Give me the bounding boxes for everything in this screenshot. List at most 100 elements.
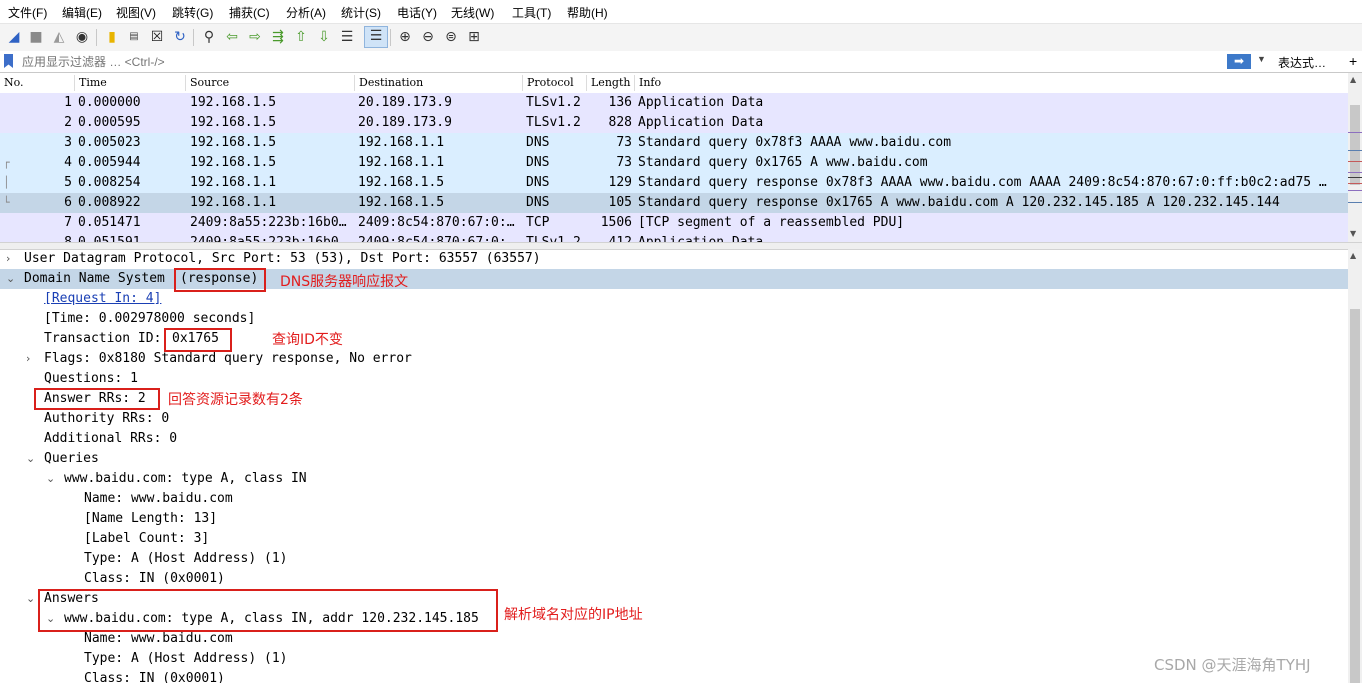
shark-fin-icon[interactable]: ◢ [5,28,23,46]
tree-field-questions[interactable]: Questions: 1 [0,369,1348,389]
menu-tools[interactable]: 工具(T) [512,4,551,21]
request-in-link[interactable]: [Request In: 4] [44,289,161,309]
annotation-txid: 查询ID不变 [272,332,343,348]
last-packet-icon[interactable]: ⇩ [315,28,333,46]
packet-protocol: DNS [526,195,550,210]
autoscroll-icon[interactable]: ☰ [338,28,356,46]
tree-field-time[interactable]: [Time: 0.002978000 seconds] [0,309,1348,329]
save-file-icon[interactable]: ▤ [125,28,143,46]
chevron-down-icon[interactable]: ⌄ [46,469,55,489]
menu-analyze[interactable]: 分析(A) [286,4,326,21]
chevron-right-icon[interactable]: › [6,249,10,269]
add-filter-button[interactable]: + [1349,53,1357,69]
zoom-reset-icon[interactable]: ⊜ [442,28,460,46]
col-no[interactable]: No. [0,75,24,91]
first-packet-icon[interactable]: ⇧ [292,28,310,46]
col-protocol[interactable]: Protocol [522,75,574,91]
tree-field-request-in[interactable]: [Request In: 4] [0,289,1348,309]
menu-edit[interactable]: 编辑(E) [62,4,102,21]
tree-field-additional-rrs[interactable]: Additional RRs: 0 [0,429,1348,449]
scroll-down-icon[interactable]: ▼ [1350,229,1356,238]
packet-row[interactable]: 3 0.005023 192.168.1.5 192.168.1.1 DNS 7… [0,133,1348,153]
go-to-packet-icon[interactable]: ⇶ [269,28,287,46]
col-info[interactable]: Info [634,75,661,91]
packet-row[interactable]: 8 0.051591 2409:8a55:223b:16b0… 2409:8c5… [0,233,1348,242]
close-file-icon[interactable]: ☒ [148,28,166,46]
restart-icon[interactable]: ◭ [50,28,68,46]
tree-field-label-count[interactable]: [Label Count: 3] [0,529,1348,549]
packet-row[interactable]: ┌ 4 0.005944 192.168.1.5 192.168.1.1 DNS… [0,153,1348,173]
packet-time: 0.051591 [78,233,141,242]
tree-field-query-class[interactable]: Class: IN (0x0001) [0,569,1348,589]
forward-icon[interactable]: ⇨ [246,28,264,46]
reload-icon[interactable]: ↻ [171,28,189,46]
chevron-down-icon[interactable]: ⌄ [26,449,35,469]
resize-columns-icon[interactable]: ⊞ [465,28,483,46]
menu-view[interactable]: 视图(V) [116,4,156,21]
filter-history-dropdown-icon[interactable]: ▼ [1257,54,1266,64]
menu-capture[interactable]: 捕获(C) [229,4,270,21]
expression-button[interactable]: 表达式… [1278,54,1326,71]
scroll-up-icon[interactable]: ▲ [1350,75,1356,84]
annotation-box-answer-rrs [34,388,160,410]
tree-field-answer-name[interactable]: Name: www.baidu.com [0,629,1348,649]
menu-telephony[interactable]: 电话(Y) [397,4,437,21]
chevron-down-icon[interactable]: ⌄ [6,269,15,289]
chevron-right-icon[interactable]: › [26,349,30,369]
tree-node-flags[interactable]: › Flags: 0x8180 Standard query response,… [0,349,1348,369]
annotation-box-txid [164,328,232,352]
bookmark-icon[interactable] [4,54,13,68]
tree-node-udp[interactable]: › User Datagram Protocol, Src Port: 53 (… [0,249,1348,269]
tree-field-query-name[interactable]: Name: www.baidu.com [0,489,1348,509]
chevron-down-icon[interactable]: ⌄ [26,589,35,609]
tree-field-authority-rrs[interactable]: Authority RRs: 0 [0,409,1348,429]
display-filter-input[interactable] [20,53,1274,72]
packet-time: 0.000595 [78,115,141,130]
tree-node-queries[interactable]: ⌄ Queries [0,449,1348,469]
related-packet-line-icon: │ [3,176,10,189]
open-file-icon[interactable]: ▮ [103,28,121,46]
colorize-icon[interactable]: ☰ [364,26,388,48]
tree-field-name-length[interactable]: [Name Length: 13] [0,509,1348,529]
tree-field-query-type[interactable]: Type: A (Host Address) (1) [0,549,1348,569]
back-icon[interactable]: ⇦ [223,28,241,46]
packet-source: 192.168.1.1 [190,195,277,210]
details-scrollbar[interactable]: ▲ [1348,249,1362,683]
col-time[interactable]: Time [74,75,107,91]
packet-row[interactable]: 7 0.051471 2409:8a55:223b:16b0… 2409:8c5… [0,213,1348,233]
tree-field-answer-class[interactable]: Class: IN (0x0001) [0,669,1348,683]
packet-protocol: DNS [526,155,550,170]
packet-row[interactable]: 1 0.000000 192.168.1.5 20.189.173.9 TLSv… [0,93,1348,113]
packet-source: 192.168.1.5 [190,135,277,150]
packet-row[interactable]: │ 5 0.008254 192.168.1.1 192.168.1.5 DNS… [0,173,1348,193]
menu-file[interactable]: 文件(F) [8,4,47,21]
label-count-field: [Label Count: 3] [84,531,210,546]
packet-row[interactable]: 2 0.000595 192.168.1.5 20.189.173.9 TLSv… [0,113,1348,133]
packet-protocol: TLSv1.2 [526,233,581,242]
col-length[interactable]: Length [586,75,630,91]
tree-field-answer-type[interactable]: Type: A (Host Address) (1) [0,649,1348,669]
zoom-out-icon[interactable]: ⊖ [419,28,437,46]
menu-go[interactable]: 跳转(G) [172,4,213,21]
apply-filter-button[interactable]: ➡ [1227,54,1251,69]
annotation-box-response [174,268,266,292]
zoom-in-icon[interactable]: ⊕ [396,28,414,46]
find-icon[interactable]: ⚲ [200,28,218,46]
dns-title: Domain Name System [24,271,165,286]
packet-no: 7 [64,215,72,230]
stop-icon[interactable]: ■ [27,28,45,46]
packet-minimap [1348,120,1362,220]
time-field: [Time: 0.002978000 seconds] [44,311,256,326]
options-gear-icon[interactable]: ◉ [73,28,91,46]
packet-protocol: TCP [526,215,550,230]
packet-row-selected[interactable]: └ 6 0.008922 192.168.1.1 192.168.1.5 DNS… [0,193,1348,213]
tree-node-query-1[interactable]: ⌄ www.baidu.com: type A, class IN [0,469,1348,489]
col-destination[interactable]: Destination [354,75,423,91]
menu-help[interactable]: 帮助(H) [567,4,608,21]
scroll-up-icon[interactable]: ▲ [1350,251,1356,260]
scroll-thumb[interactable] [1350,309,1360,683]
col-source[interactable]: Source [185,75,229,91]
menu-wireless[interactable]: 无线(W) [451,4,494,21]
answer-class-field: Class: IN (0x0001) [84,671,225,683]
menu-statistics[interactable]: 统计(S) [341,4,381,21]
